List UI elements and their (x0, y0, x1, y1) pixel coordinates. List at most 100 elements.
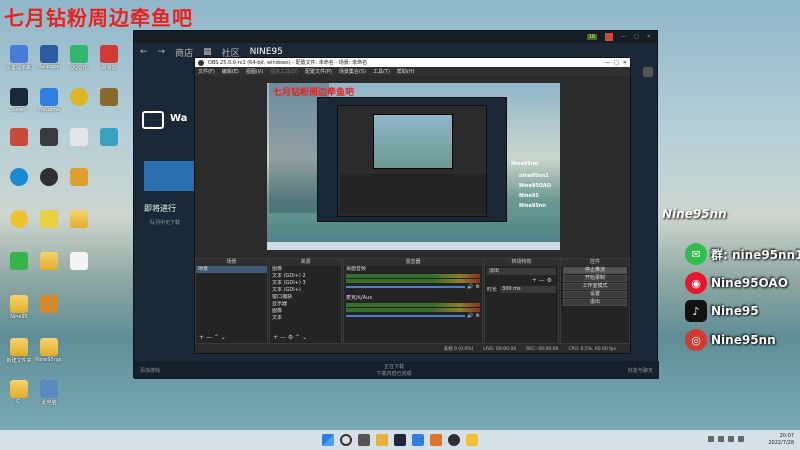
settings-button[interactable]: 设置 (563, 291, 627, 298)
desktop-icon-folder-2[interactable] (36, 252, 62, 270)
menu-help[interactable]: 帮助(H) (397, 68, 415, 75)
desktop-icon-iqiyi[interactable] (6, 252, 32, 270)
menu-dock[interactable]: 固定工具(D) (270, 68, 298, 75)
tray-app-icon[interactable] (718, 436, 724, 442)
desktop-icon-folder-nine95[interactable]: Nine95 (6, 295, 32, 320)
desktop-icon-player[interactable] (36, 210, 62, 228)
steam-bottom-bar: 添加游戏 正在下载 下载内容已完成 好友与聊天 (134, 361, 659, 379)
menu-view[interactable]: 视图(V) (246, 68, 263, 75)
desktop-icon-csgo[interactable] (36, 295, 62, 313)
app-taskbar-icon[interactable] (412, 434, 424, 446)
exit-button[interactable]: 退出 (563, 299, 627, 306)
minimize-icon[interactable]: — (605, 60, 610, 66)
obs-window[interactable]: OBS 25.0.0-rc1 (64-bit, windows) - 配置文件:… (194, 57, 631, 354)
maximize-icon[interactable]: □ (634, 34, 639, 40)
nav-profile[interactable]: NINE95 (250, 47, 283, 57)
desktop-audio-slider[interactable] (346, 286, 466, 288)
source-item[interactable]: 图像 (270, 266, 341, 273)
desktop-icon-file[interactable] (66, 252, 92, 270)
desktop-icon-edge[interactable] (6, 168, 32, 186)
desktop-icon-nine95ngo[interactable]: Nine95ngo (36, 338, 62, 363)
status-cpu: CPU: 0.5%, 60.00 fps (568, 346, 617, 352)
close-icon[interactable]: ✕ (647, 34, 651, 40)
desktop-icon-app4[interactable] (96, 128, 122, 146)
task-view-icon[interactable] (358, 434, 370, 446)
source-item[interactable]: 文本 (GDI+) (270, 287, 341, 294)
gear-icon[interactable] (643, 67, 653, 77)
source-item[interactable]: 文本 (GDI+) 3 (270, 280, 341, 287)
desktop-icon-steam[interactable]: Steam (6, 88, 32, 113)
desktop-icon-obs[interactable] (36, 168, 62, 186)
game-thumbnail[interactable] (144, 161, 194, 191)
menu-tools[interactable]: 工具(T) (373, 68, 390, 75)
duration-input[interactable]: 300 ms (500, 286, 556, 293)
mic-slider[interactable] (346, 315, 466, 317)
add-game-button[interactable]: 添加游戏 (140, 367, 160, 374)
forward-arrow-icon[interactable]: → (158, 47, 166, 57)
desktop-icon-drive[interactable]: C: (6, 380, 32, 405)
desktop-icon-this-pc[interactable]: 此电脑 (36, 380, 62, 406)
desktop-icon-wallpaper[interactable]: Wallpaper (36, 45, 62, 70)
download-status[interactable]: 正在下载 下载内容已完成 (376, 363, 411, 377)
desktop-icon-game[interactable] (96, 88, 122, 106)
gear-icon[interactable]: ⚙ (476, 313, 480, 319)
menu-edit[interactable]: 编辑(E) (222, 68, 239, 75)
menu-profile[interactable]: 配置文件(P) (305, 68, 332, 75)
back-arrow-icon[interactable]: ← (140, 47, 148, 57)
desktop-icon-new-folder[interactable]: 新建文件夹 (6, 338, 32, 364)
source-item[interactable]: 显示器 (270, 301, 341, 308)
desktop-icon-qq[interactable] (6, 210, 32, 228)
nav-library-icon[interactable]: ▦ (203, 47, 212, 57)
desktop-icon-folder-1[interactable] (66, 210, 92, 228)
mixer-mic-label: 麦克风/Aux (346, 295, 373, 301)
source-item[interactable]: 文本 (GDI+) 2 (270, 273, 341, 280)
tray-chevron-icon[interactable] (708, 436, 714, 442)
tray-volume-icon[interactable] (738, 436, 744, 442)
transition-select[interactable]: 淡出 (487, 268, 556, 275)
tray-network-icon[interactable] (728, 436, 734, 442)
steam-notification-badge[interactable]: 16 (586, 34, 598, 40)
nav-store[interactable]: 商店 (175, 46, 193, 59)
desktop-icon-app3[interactable] (66, 128, 92, 146)
maximize-icon[interactable]: □ (614, 60, 619, 66)
wallpaper-engine-icon (142, 111, 164, 129)
app-taskbar-icon[interactable] (466, 434, 478, 446)
desktop-icon-app5[interactable] (66, 168, 92, 186)
file-explorer-icon[interactable] (376, 434, 388, 446)
gear-icon[interactable]: ⚙ (476, 284, 480, 290)
source-item[interactable]: 图像 (270, 308, 341, 315)
search-icon[interactable] (340, 434, 352, 446)
desktop-icon-app1[interactable] (6, 128, 32, 146)
windows-start-icon[interactable] (322, 434, 334, 446)
friends-chat-button[interactable]: 好友与聊天 (628, 367, 653, 374)
source-item[interactable]: 文本 (270, 315, 341, 322)
obs-taskbar-icon[interactable] (448, 434, 460, 446)
scene-item[interactable]: 场景 (196, 266, 267, 273)
menu-scene-collection[interactable]: 场景集合(S) (339, 68, 366, 75)
volume-icon[interactable]: 🔊 (467, 284, 473, 290)
source-add-remove-buttons[interactable]: + — ⚙ ⌃ ⌄ (273, 334, 307, 341)
obs-preview[interactable]: 七月钻粉周边牵鱼吧 Nine95nn nine95nn1 Nine95OAO N… (267, 83, 560, 250)
menu-file[interactable]: 文件(F) (198, 68, 215, 75)
preview-social-5: Nine95nn (519, 203, 546, 209)
scene-add-remove-buttons[interactable]: + — ⌃ ⌄ (199, 334, 226, 341)
app-taskbar-icon[interactable] (430, 434, 442, 446)
volume-icon[interactable]: 🔊 (467, 313, 473, 319)
taskbar-clock[interactable]: 20:07 2022/7/28 (768, 433, 794, 447)
steam-taskbar-icon[interactable] (394, 434, 406, 446)
minimize-icon[interactable]: — (621, 34, 626, 40)
source-item[interactable]: 窗口捕获 (270, 294, 341, 301)
transition-add-remove[interactable]: + — ⚙ (485, 277, 558, 284)
close-icon[interactable]: ✕ (623, 60, 627, 66)
desktop-icon-chrome[interactable] (66, 88, 92, 106)
desktop-icon-wegame[interactable]: WeGame (36, 88, 62, 113)
stop-streaming-button[interactable]: 停止推流 (563, 267, 627, 274)
steam-avatar[interactable] (605, 33, 614, 41)
sources-dock: 来源 图像 文本 (GDI+) 2 文本 (GDI+) 3 文本 (GDI+) … (269, 258, 342, 344)
desktop-icon-settings[interactable]: 设置提示来发送到的 (6, 45, 32, 71)
desktop-icon-app2[interactable] (36, 128, 62, 146)
desktop-icon-netease[interactable]: 网易云 (96, 45, 122, 71)
start-recording-button[interactable]: 开始录制 (563, 275, 627, 282)
studio-mode-button[interactable]: 工作室模式 (563, 283, 627, 290)
desktop-icon-qqmusic[interactable]: QQ音乐 (66, 45, 92, 71)
